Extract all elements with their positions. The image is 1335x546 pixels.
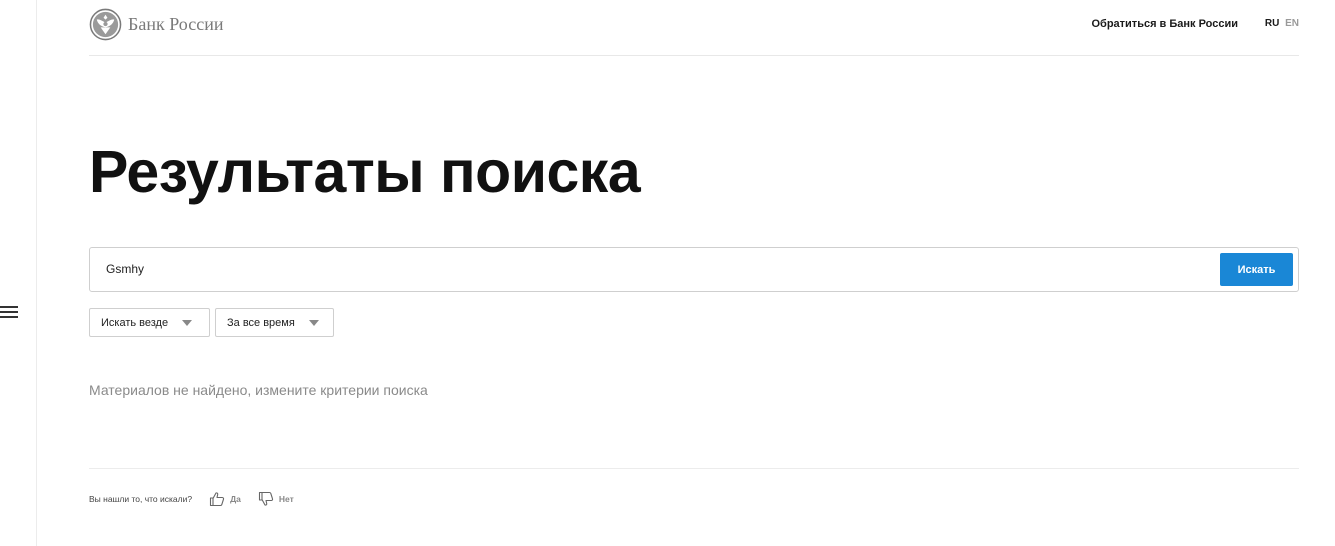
no-results-message: Материалов не найдено, измените критерии…	[89, 382, 428, 398]
search-input[interactable]	[106, 259, 1206, 279]
chevron-down-icon	[182, 319, 193, 326]
feedback-yes-label: Да	[230, 494, 241, 504]
search-button[interactable]: Искать	[1220, 253, 1293, 286]
page-title: Результаты поиска	[89, 139, 641, 205]
logo-text: Банк России	[128, 14, 224, 34]
site-header: Банк России Обратиться в Банк России RU …	[89, 0, 1299, 56]
feedback-bar: Вы нашли то, что искали? Да Нет	[89, 489, 294, 509]
thumbs-up-icon	[210, 492, 225, 507]
language-switcher: RU EN	[1265, 18, 1299, 29]
filter-period-label: За все время	[227, 316, 295, 329]
double-eagle-emblem-icon	[89, 8, 122, 41]
lang-ru-link[interactable]: RU	[1265, 18, 1279, 29]
feedback-no-label: Нет	[278, 494, 294, 504]
logo[interactable]: Банк России	[89, 8, 223, 41]
feedback-question: Вы нашли то, что искали?	[89, 494, 193, 504]
feedback-no-button[interactable]: Нет	[258, 491, 294, 507]
left-rail	[0, 0, 37, 546]
divider	[89, 468, 1299, 469]
filter-period-dropdown[interactable]: За все время	[215, 308, 334, 337]
lang-en-link[interactable]: EN	[1285, 18, 1299, 29]
chevron-down-icon	[308, 319, 319, 326]
filter-scope-label: Искать везде	[101, 316, 169, 329]
hamburger-menu-icon[interactable]	[0, 305, 18, 319]
contact-bank-link[interactable]: Обратиться в Банк России	[1091, 18, 1238, 30]
search-box: Искать	[89, 247, 1299, 292]
thumbs-down-icon	[258, 491, 274, 506]
feedback-yes-button[interactable]: Да	[209, 491, 241, 507]
filter-scope-dropdown[interactable]: Искать везде	[89, 308, 210, 337]
